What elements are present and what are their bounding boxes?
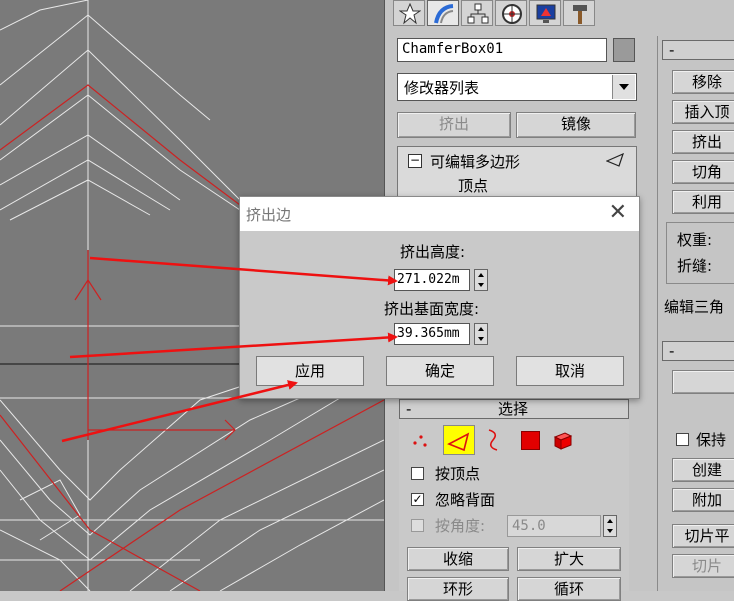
- repeat-last-button[interactable]: [672, 370, 734, 394]
- attach-button[interactable]: 附加: [672, 488, 734, 512]
- hammer-icon: [573, 5, 587, 24]
- weight-crease-group: 权重: 折缝:: [666, 222, 734, 284]
- by-angle-input[interactable]: 45.0: [507, 515, 601, 537]
- selection-rollout-body: 按顶点 ✓ 忽略背面 按角度: 45.0 收缩 扩大 环形 循环: [399, 419, 629, 601]
- insert-vertex-button[interactable]: 插入顶: [672, 100, 734, 124]
- weight-label: 权重:: [677, 231, 713, 249]
- extrude-height-input[interactable]: 271.022m: [394, 269, 470, 291]
- keep-label: 保持: [696, 431, 727, 449]
- tab-utilities[interactable]: [563, 0, 595, 26]
- edit-geometry-rollout-header[interactable]: -: [662, 341, 734, 361]
- collapse-icon[interactable]: −: [408, 154, 422, 168]
- extrude-button[interactable]: 挤出: [672, 130, 734, 154]
- extrude-edges-dialog: 挤出边 ✕ 挤出高度: 271.022m 挤出基面宽度: 39.365mm 应用…: [239, 196, 640, 399]
- vertex-mode-icon[interactable]: [409, 429, 431, 451]
- loop-button[interactable]: 循环: [517, 577, 621, 601]
- extrude-base-width-input[interactable]: 39.365mm: [394, 323, 470, 345]
- crease-label: 折缝:: [677, 257, 713, 275]
- edit-edges-rollout-header[interactable]: -: [662, 40, 734, 60]
- edit-edges-column: - 移除 插入顶 挤出 切角 利用 权重: 折缝: 编辑三角 - 保持 创建 附…: [657, 36, 734, 591]
- close-icon[interactable]: ✕: [609, 200, 627, 225]
- selection-rollout-title: 选择: [498, 400, 529, 418]
- stack-edge-icon: [606, 153, 624, 167]
- extrude-base-width-label: 挤出基面宽度:: [384, 300, 480, 318]
- edit-tri-label[interactable]: 编辑三角: [664, 296, 724, 317]
- cancel-button[interactable]: 取消: [516, 356, 624, 386]
- keep-checkbox[interactable]: [676, 433, 689, 446]
- tab-display[interactable]: [529, 0, 561, 26]
- command-panel-tabs: [385, 0, 734, 28]
- slice-button[interactable]: 切片: [672, 554, 734, 578]
- border-mode-icon[interactable]: [483, 427, 503, 453]
- modify-arc-icon: [434, 4, 454, 24]
- dropdown-arrow-icon[interactable]: [612, 75, 635, 99]
- by-vertex-label: 按顶点: [435, 465, 481, 483]
- extrude-height-spinner[interactable]: [474, 269, 488, 291]
- slice-plane-button[interactable]: 切片平: [672, 524, 734, 548]
- tab-hierarchy[interactable]: [461, 0, 493, 26]
- use-button[interactable]: 利用: [672, 190, 734, 214]
- by-angle-spinner[interactable]: [603, 515, 617, 537]
- by-angle-label: 按角度:: [435, 517, 486, 535]
- extrude-height-label: 挤出高度:: [400, 243, 466, 261]
- ok-button[interactable]: 确定: [386, 356, 494, 386]
- display-monitor-icon: [536, 4, 556, 23]
- object-name-field[interactable]: ChamferBox01: [397, 38, 607, 62]
- tab-motion[interactable]: [495, 0, 527, 26]
- mirror-button[interactable]: 镜像: [516, 112, 636, 138]
- edge-mode-active[interactable]: [443, 425, 475, 455]
- chamfer-button[interactable]: 切角: [672, 160, 734, 184]
- ignore-backface-label: 忽略背面: [435, 491, 496, 509]
- extrude-base-width-spinner[interactable]: [474, 323, 488, 345]
- tab-create[interactable]: [393, 0, 425, 26]
- object-color-swatch[interactable]: [613, 38, 635, 62]
- ignore-backface-checkbox[interactable]: ✓: [411, 493, 424, 506]
- extrude-disabled-button[interactable]: 挤出: [397, 112, 511, 138]
- dialog-body: 挤出高度: 271.022m 挤出基面宽度: 39.365mm 应用 确定 取消: [240, 231, 639, 398]
- tab-modify[interactable]: [427, 0, 459, 26]
- selection-rollout-header[interactable]: - 选择: [399, 399, 629, 419]
- by-vertex-checkbox[interactable]: [411, 467, 424, 480]
- by-angle-checkbox[interactable]: [411, 519, 424, 532]
- dialog-title: 挤出边: [246, 206, 292, 224]
- motion-wheel-icon: [502, 4, 522, 24]
- modifier-list-dropdown[interactable]: 修改器列表: [397, 73, 637, 101]
- dialog-titlebar[interactable]: 挤出边 ✕: [240, 197, 639, 231]
- modifier-list-label: 修改器列表: [404, 79, 480, 97]
- rollout-collapse-icon: -: [406, 400, 412, 418]
- grow-button[interactable]: 扩大: [517, 547, 621, 571]
- apply-button[interactable]: 应用: [256, 356, 364, 386]
- create-star-icon: [399, 3, 421, 25]
- stack-item-editable-poly[interactable]: 可编辑多边形: [430, 151, 520, 172]
- shrink-button[interactable]: 收缩: [407, 547, 509, 571]
- polygon-mode-icon[interactable]: [521, 431, 540, 450]
- hierarchy-icon: [467, 3, 489, 24]
- ring-button[interactable]: 环形: [407, 577, 509, 601]
- remove-button[interactable]: 移除: [672, 70, 734, 94]
- edge-mode-icon: [447, 432, 470, 452]
- create-button[interactable]: 创建: [672, 458, 734, 482]
- stack-sub-vertex[interactable]: 顶点: [458, 175, 488, 196]
- element-mode-icon[interactable]: [551, 429, 573, 451]
